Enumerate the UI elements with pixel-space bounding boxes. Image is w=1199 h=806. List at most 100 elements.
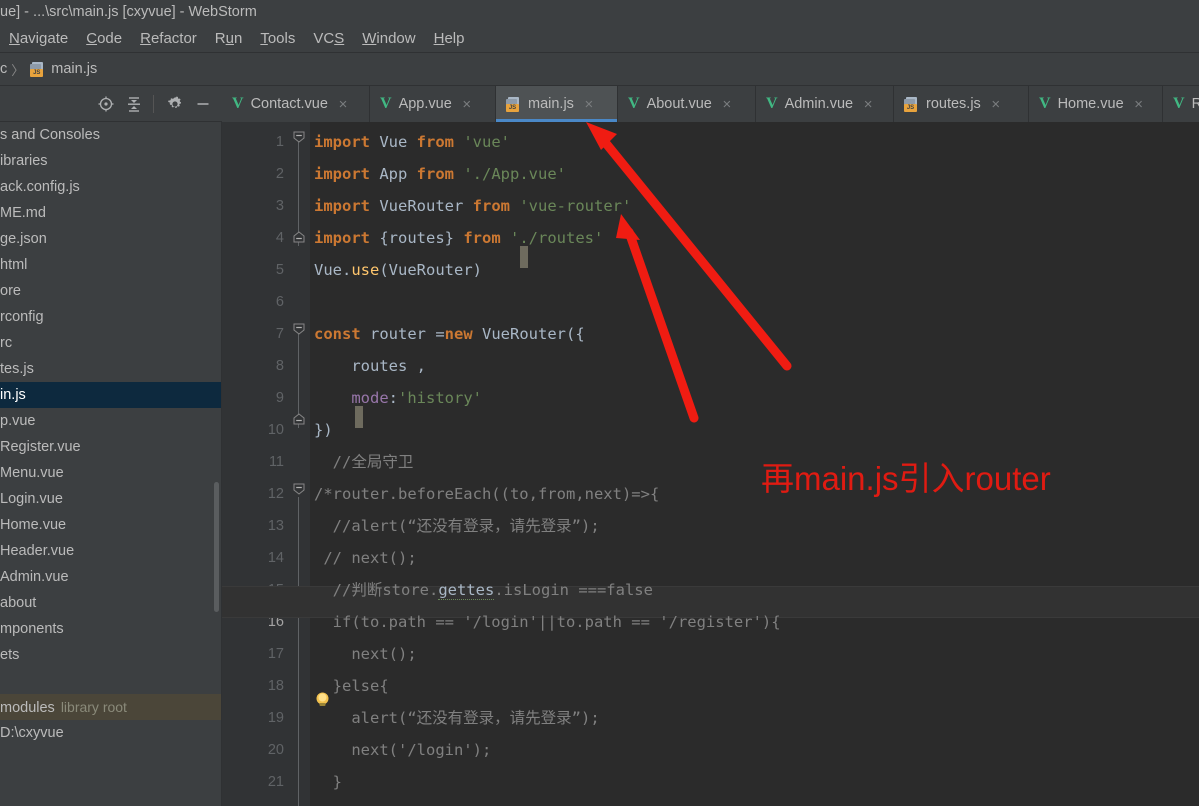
editor-tab-about-vue[interactable]: V About.vue × (618, 86, 756, 122)
gutter-line-number[interactable]: 7 (276, 318, 284, 350)
breadcrumb-file[interactable]: main.js (51, 61, 97, 77)
tree-row[interactable]: modules library root (0, 694, 221, 720)
gutter-line-number[interactable]: 6 (276, 286, 284, 318)
code-line[interactable]: import VueRouter from 'vue-router' (314, 190, 631, 222)
tree-row[interactable]: ibraries (0, 148, 221, 174)
project-tree[interactable]: s and Consoles ibraries ack.config.js ME.md… (0, 122, 222, 806)
gutter-line-number[interactable]: 17 (268, 638, 284, 670)
tree-row[interactable]: mponents (0, 616, 221, 642)
tree-row[interactable]: Admin.vue (0, 564, 221, 590)
close-icon[interactable]: × (582, 97, 596, 112)
tree-row[interactable]: s and Consoles (0, 122, 221, 148)
close-icon[interactable]: × (720, 97, 734, 112)
code-line[interactable]: //全局守卫 (314, 446, 414, 478)
gutter-line-number[interactable]: 2 (276, 158, 284, 190)
editor-tab-routes-js[interactable]: JS routes.js × (894, 86, 1029, 122)
tree-row[interactable]: ets (0, 642, 221, 668)
close-icon[interactable]: × (460, 97, 474, 112)
close-icon[interactable]: × (861, 97, 875, 112)
close-icon[interactable]: × (336, 97, 350, 112)
gutter-line-number[interactable]: 8 (276, 350, 284, 382)
tree-row[interactable]: ore (0, 278, 221, 304)
tree-row[interactable]: Header.vue (0, 538, 221, 564)
fold-collapse-icon-bottom[interactable] (293, 231, 305, 243)
tree-row[interactable]: in.js (0, 382, 221, 408)
breadcrumb-root[interactable]: c (0, 61, 7, 77)
gutter-line-number[interactable]: 9 (276, 382, 284, 414)
code-line[interactable]: routes , (314, 350, 426, 382)
menu-item-refactor[interactable]: Refactor (131, 28, 206, 49)
tree-row[interactable]: Register.vue (0, 434, 221, 460)
gutter-line-number[interactable]: 18 (268, 670, 284, 702)
code-text-area[interactable]: import Vue from 'vue' import App from './… (222, 122, 1199, 806)
tree-row[interactable]: Menu.vue (0, 460, 221, 486)
gutter-line-number[interactable]: 11 (269, 446, 284, 478)
gutter-line-number[interactable]: 21 (268, 766, 284, 798)
tree-row[interactable]: rconfig (0, 304, 221, 330)
editor-tab-admin-vue[interactable]: V Admin.vue × (756, 86, 894, 122)
menu-item-tools[interactable]: Tools (251, 28, 304, 49)
gutter-line-number[interactable]: 10 (268, 414, 284, 446)
code-line[interactable]: if(to.path == '/login'||to.path == '/reg… (314, 606, 781, 638)
gutter-line-number[interactable]: 20 (268, 734, 284, 766)
fold-collapse-icon-top[interactable] (293, 131, 305, 143)
tree-row[interactable] (0, 668, 221, 694)
code-line[interactable]: next('/login'); (314, 734, 491, 766)
close-icon[interactable]: × (989, 97, 1003, 112)
gutter-line-number[interactable]: 12 (268, 478, 284, 510)
gutter-line-number[interactable]: 22 (268, 798, 284, 806)
code-line[interactable]: Vue.use(VueRouter) (314, 254, 482, 286)
menu-item-vcs[interactable]: VCS (304, 28, 353, 49)
fold-collapse-icon-router-bottom[interactable] (293, 413, 305, 425)
tree-row[interactable]: about (0, 590, 221, 616)
tree-scrollbar[interactable] (214, 482, 219, 612)
editor-tab-contact-vue[interactable]: V Contact.vue × (222, 86, 370, 122)
menu-item-navigate[interactable]: Navigate (0, 28, 77, 49)
fold-collapse-icon-comment[interactable] (293, 483, 305, 495)
tree-row[interactable]: Home.vue (0, 512, 221, 538)
editor-tab-main-js[interactable]: JS main.js × (496, 86, 618, 122)
close-icon[interactable]: × (1132, 97, 1146, 112)
tree-row[interactable]: p.vue (0, 408, 221, 434)
gear-icon[interactable] (162, 91, 188, 117)
menu-item-run[interactable]: Run (206, 28, 252, 49)
hide-panel-icon[interactable] (190, 91, 216, 117)
code-line[interactable]: //判断store.gettes.isLogin ===false (314, 574, 653, 606)
menu-item-code[interactable]: Code (77, 28, 131, 49)
menu-item-help[interactable]: Help (425, 28, 474, 49)
fold-collapse-icon-router-top[interactable] (293, 323, 305, 335)
code-line[interactable]: alert(“还没有登录，请先登录”); (314, 702, 599, 734)
locate-in-tree-icon[interactable] (93, 91, 119, 117)
code-line[interactable]: const router =new VueRouter({ (314, 318, 585, 350)
menu-item-window[interactable]: Window (353, 28, 424, 49)
editor-tab-home-vue[interactable]: V Home.vue × (1029, 86, 1163, 122)
tree-row[interactable]: ge.json (0, 226, 221, 252)
editor-tab-bar[interactable]: V Contact.vue × V App.vue × JS main.js × V About.v… (222, 86, 1199, 122)
tree-row[interactable]: ME.md (0, 200, 221, 226)
tree-row[interactable]: Login.vue (0, 486, 221, 512)
code-fold-column[interactable] (287, 122, 310, 806)
code-editor[interactable]: 12345678910111213141516171819202122 (222, 122, 1199, 806)
gutter-line-number[interactable]: 3 (276, 190, 284, 222)
collapse-all-icon[interactable] (121, 91, 147, 117)
code-line[interactable]: mode:'history' (314, 382, 482, 414)
code-line[interactable]: import Vue from 'vue' (314, 126, 510, 158)
tree-row[interactable]: ack.config.js (0, 174, 221, 200)
code-line[interactable]: // next(); (314, 542, 416, 574)
editor-tab-app-vue[interactable]: V App.vue × (370, 86, 496, 122)
tree-row[interactable]: html (0, 252, 221, 278)
gutter-line-number[interactable]: 1 (276, 126, 284, 158)
gutter-line-number[interactable]: 14 (268, 542, 284, 574)
tree-row[interactable]: tes.js (0, 356, 221, 382)
code-line[interactable]: }else{ (314, 670, 389, 702)
code-line[interactable]: next(); (314, 638, 416, 670)
gutter-line-number[interactable]: 5 (276, 254, 284, 286)
gutter-line-number[interactable]: 4 (276, 222, 284, 254)
editor-tab-re[interactable]: VRe× (1163, 86, 1199, 122)
code-line[interactable]: } (314, 766, 342, 798)
code-line[interactable]: //alert(“还没有登录，请先登录”); (314, 510, 600, 542)
code-line[interactable]: }) (314, 414, 333, 446)
gutter-line-number[interactable]: 19 (268, 702, 284, 734)
code-line[interactable]: import {routes} from './routes' (314, 222, 603, 254)
tree-row[interactable]: D:\cxyvue (0, 720, 221, 746)
